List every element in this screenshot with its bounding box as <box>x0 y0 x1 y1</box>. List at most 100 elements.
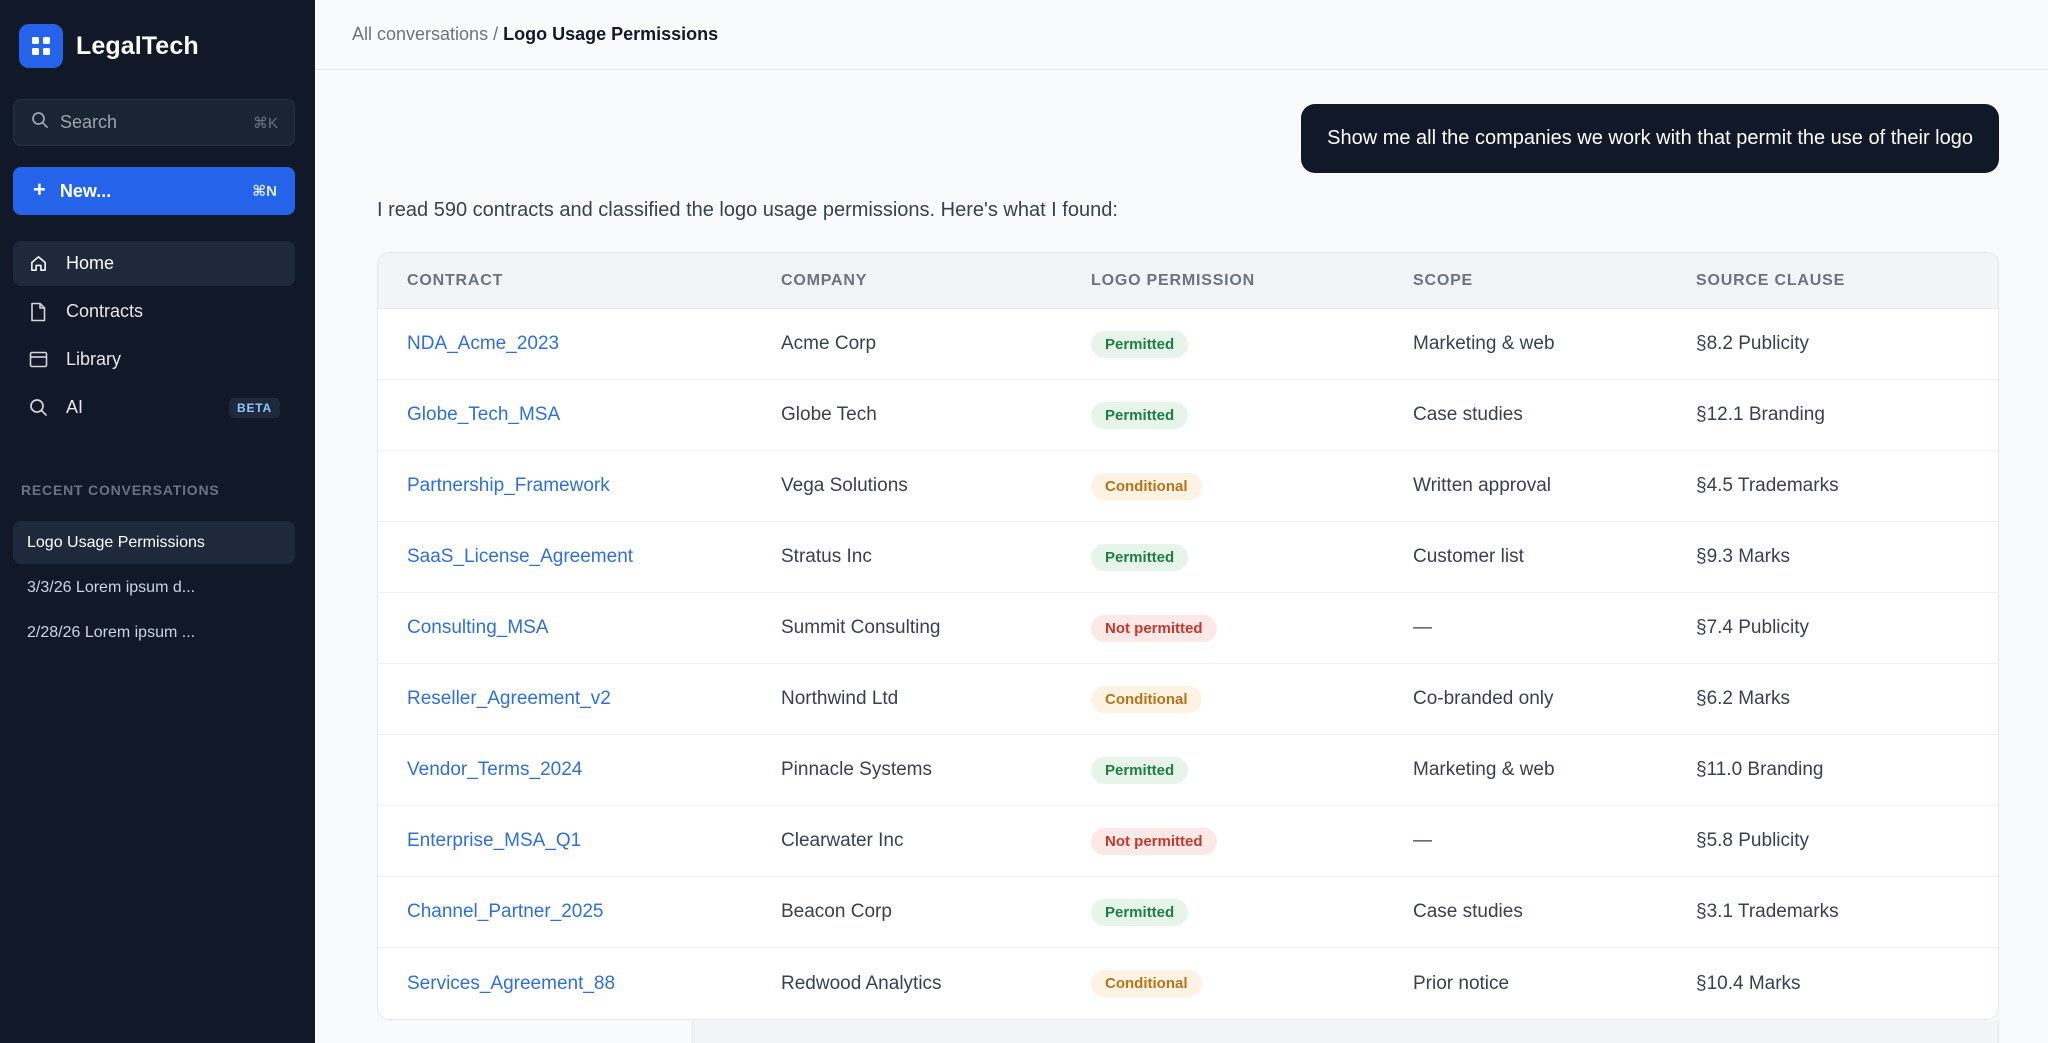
scope-cell: — <box>1413 830 1432 851</box>
contract-link[interactable]: Consulting_MSA <box>407 617 549 638</box>
table-row[interactable]: Channel_Partner_2025 Beacon Corp Permitted… <box>378 877 1998 948</box>
permission-badge: Permitted <box>1091 756 1189 784</box>
brand[interactable]: LegalTech <box>19 24 295 68</box>
table-row[interactable]: Consulting_MSA Summit Consulting Not permi… <box>378 593 1998 664</box>
scope-cell: Customer list <box>1413 546 1524 567</box>
recent-conversation-item[interactable]: Logo Usage Permissions <box>13 521 295 564</box>
search-input[interactable]: Search ⌘K <box>13 99 295 146</box>
source-clause-cell: §7.4 Publicity <box>1696 617 1810 638</box>
permission-badge: Permitted <box>1091 543 1189 571</box>
source-clause-cell: §9.3 Marks <box>1696 546 1790 567</box>
permission-cell: Not permitted <box>1091 614 1413 642</box>
source-clause-cell: §11.0 Branding <box>1696 759 1824 780</box>
search-shortcut: ⌘K <box>252 114 278 132</box>
contract-link[interactable]: Globe_Tech_MSA <box>407 404 560 425</box>
column-header-scope[interactable]: SCOPE <box>1413 272 1696 290</box>
scope-cell: Prior notice <box>1413 972 1510 994</box>
permission-badge: Conditional <box>1091 970 1202 997</box>
new-shortcut: ⌘N <box>252 183 277 200</box>
scope-cell: Marketing & web <box>1413 759 1555 780</box>
contract-link[interactable]: Vendor_Terms_2024 <box>407 759 582 780</box>
permission-cell: Permitted <box>1091 543 1413 571</box>
table-row[interactable]: Enterprise_MSA_Q1 Clearwater Inc Not permi… <box>378 806 1998 877</box>
sidebar-item-library[interactable]: Library <box>13 337 295 382</box>
scope-cell: Case studies <box>1413 901 1523 922</box>
table-row[interactable]: Vendor_Terms_2024 Pinnacle Systems Permitt… <box>378 735 1998 806</box>
contract-link[interactable]: Enterprise_MSA_Q1 <box>407 830 581 851</box>
table-row[interactable]: Globe_Tech_MSA Globe Tech Permitted Case st… <box>378 380 1998 451</box>
scope-cell: Co-branded only <box>1413 688 1554 709</box>
breadcrumb-current: Logo Usage Permissions <box>503 24 719 44</box>
document-icon <box>28 302 48 322</box>
table-row[interactable]: SaaS_License_Agreement Stratus Inc Permitt… <box>378 522 1998 593</box>
table-row[interactable]: NDA_Acme_2023 Acme Corp Permitted Marketing… <box>378 309 1998 380</box>
conversation: Show me all the companies we work with t… <box>315 70 2048 1020</box>
contract-link[interactable]: Services_Agreement_88 <box>407 973 615 994</box>
results-table: CONTRACT COMPANY LOGO PERMISSION SCOPE S… <box>377 252 1999 1020</box>
table-header: CONTRACT COMPANY LOGO PERMISSION SCOPE S… <box>378 253 1998 309</box>
sidebar-item-label: Library <box>66 349 122 369</box>
recent-conversations-list: Logo Usage Permissions 3/3/26 Lorem ipsu… <box>13 521 295 654</box>
permission-cell: Conditional <box>1091 472 1413 500</box>
sidebar-item-label: AI <box>66 397 84 417</box>
sidebar-nav: Home Contracts Library AI BETA <box>13 241 295 430</box>
sidebar-item-contracts[interactable]: Contracts <box>13 289 295 334</box>
permission-cell: Permitted <box>1091 898 1413 926</box>
sidebar-item-label: Contracts <box>66 301 144 321</box>
contract-link[interactable]: Partnership_Framework <box>407 475 610 496</box>
contract-link[interactable]: Channel_Partner_2025 <box>407 901 604 922</box>
source-clause-cell: §8.2 Publicity <box>1696 333 1810 354</box>
recent-conversation-item[interactable]: 2/28/26 Lorem ipsum ... <box>13 611 295 654</box>
scope-cell: Marketing & web <box>1413 333 1555 354</box>
user-message-row: Show me all the companies we work with t… <box>377 104 1999 173</box>
table-row[interactable]: Reseller_Agreement_v2 Northwind Ltd Condit… <box>378 664 1998 735</box>
sidebar-item-label: Home <box>66 253 115 273</box>
new-button[interactable]: + New... ⌘N <box>13 167 295 215</box>
app-name: LegalTech <box>76 31 199 60</box>
contract-link[interactable]: SaaS_License_Agreement <box>407 546 633 567</box>
permission-cell: Conditional <box>1091 970 1413 997</box>
sidebar-item-ai[interactable]: AI BETA <box>13 385 295 430</box>
app-root: LegalTech Search ⌘K + New... ⌘N Home Con… <box>0 0 2048 1043</box>
breadcrumb-all-conversations[interactable]: All conversations <box>352 24 488 45</box>
source-clause-cell: §5.8 Publicity <box>1696 830 1810 851</box>
scope-cell: — <box>1413 617 1432 638</box>
column-header-company[interactable]: COMPANY <box>781 272 1091 290</box>
permission-badge: Permitted <box>1091 401 1189 429</box>
scope-cell: Case studies <box>1413 404 1523 425</box>
user-message: Show me all the companies we work with t… <box>1301 104 1999 173</box>
permission-badge: Conditional <box>1091 472 1202 500</box>
permission-cell: Conditional <box>1091 685 1413 713</box>
company-cell: Stratus Inc <box>781 546 872 567</box>
table-row[interactable]: Services_Agreement_88 Redwood Analytics Co… <box>378 948 1998 1019</box>
beta-badge: BETA <box>229 397 280 418</box>
permission-badge: Not permitted <box>1091 614 1217 642</box>
contract-link[interactable]: NDA_Acme_2023 <box>407 333 559 354</box>
column-header-source-clause[interactable]: SOURCE CLAUSE <box>1696 272 1998 290</box>
table-footer-edge <box>692 1021 1999 1043</box>
sidebar-item-home[interactable]: Home <box>13 241 295 286</box>
recent-conversation-item[interactable]: 3/3/26 Lorem ipsum d... <box>13 566 295 609</box>
plus-icon: + <box>33 177 46 202</box>
contract-link[interactable]: Reseller_Agreement_v2 <box>407 688 611 709</box>
source-clause-cell: §10.4 Marks <box>1696 972 1801 994</box>
column-header-logo-permission[interactable]: LOGO PERMISSION <box>1091 272 1413 290</box>
table-row[interactable]: Partnership_Framework Vega Solutions Condi… <box>378 451 1998 522</box>
permission-cell: Not permitted <box>1091 827 1413 855</box>
new-button-label: New... <box>59 180 112 201</box>
sidebar: LegalTech Search ⌘K + New... ⌘N Home Con… <box>0 0 315 1043</box>
permission-badge: Not permitted <box>1091 827 1217 855</box>
permission-cell: Permitted <box>1091 756 1413 784</box>
column-header-contract[interactable]: CONTRACT <box>378 272 781 290</box>
company-cell: Globe Tech <box>781 404 877 425</box>
company-cell: Pinnacle Systems <box>781 759 933 780</box>
company-cell: Clearwater Inc <box>781 830 904 851</box>
app-grid-icon <box>19 24 63 68</box>
search-icon <box>28 398 48 418</box>
permission-badge: Permitted <box>1091 330 1189 358</box>
company-cell: Vega Solutions <box>781 475 908 496</box>
breadcrumb: All conversations / Logo Usage Permissio… <box>315 0 2048 70</box>
permission-cell: Permitted <box>1091 401 1413 429</box>
permission-badge: Conditional <box>1091 685 1202 713</box>
source-clause-cell: §6.2 Marks <box>1696 688 1790 709</box>
